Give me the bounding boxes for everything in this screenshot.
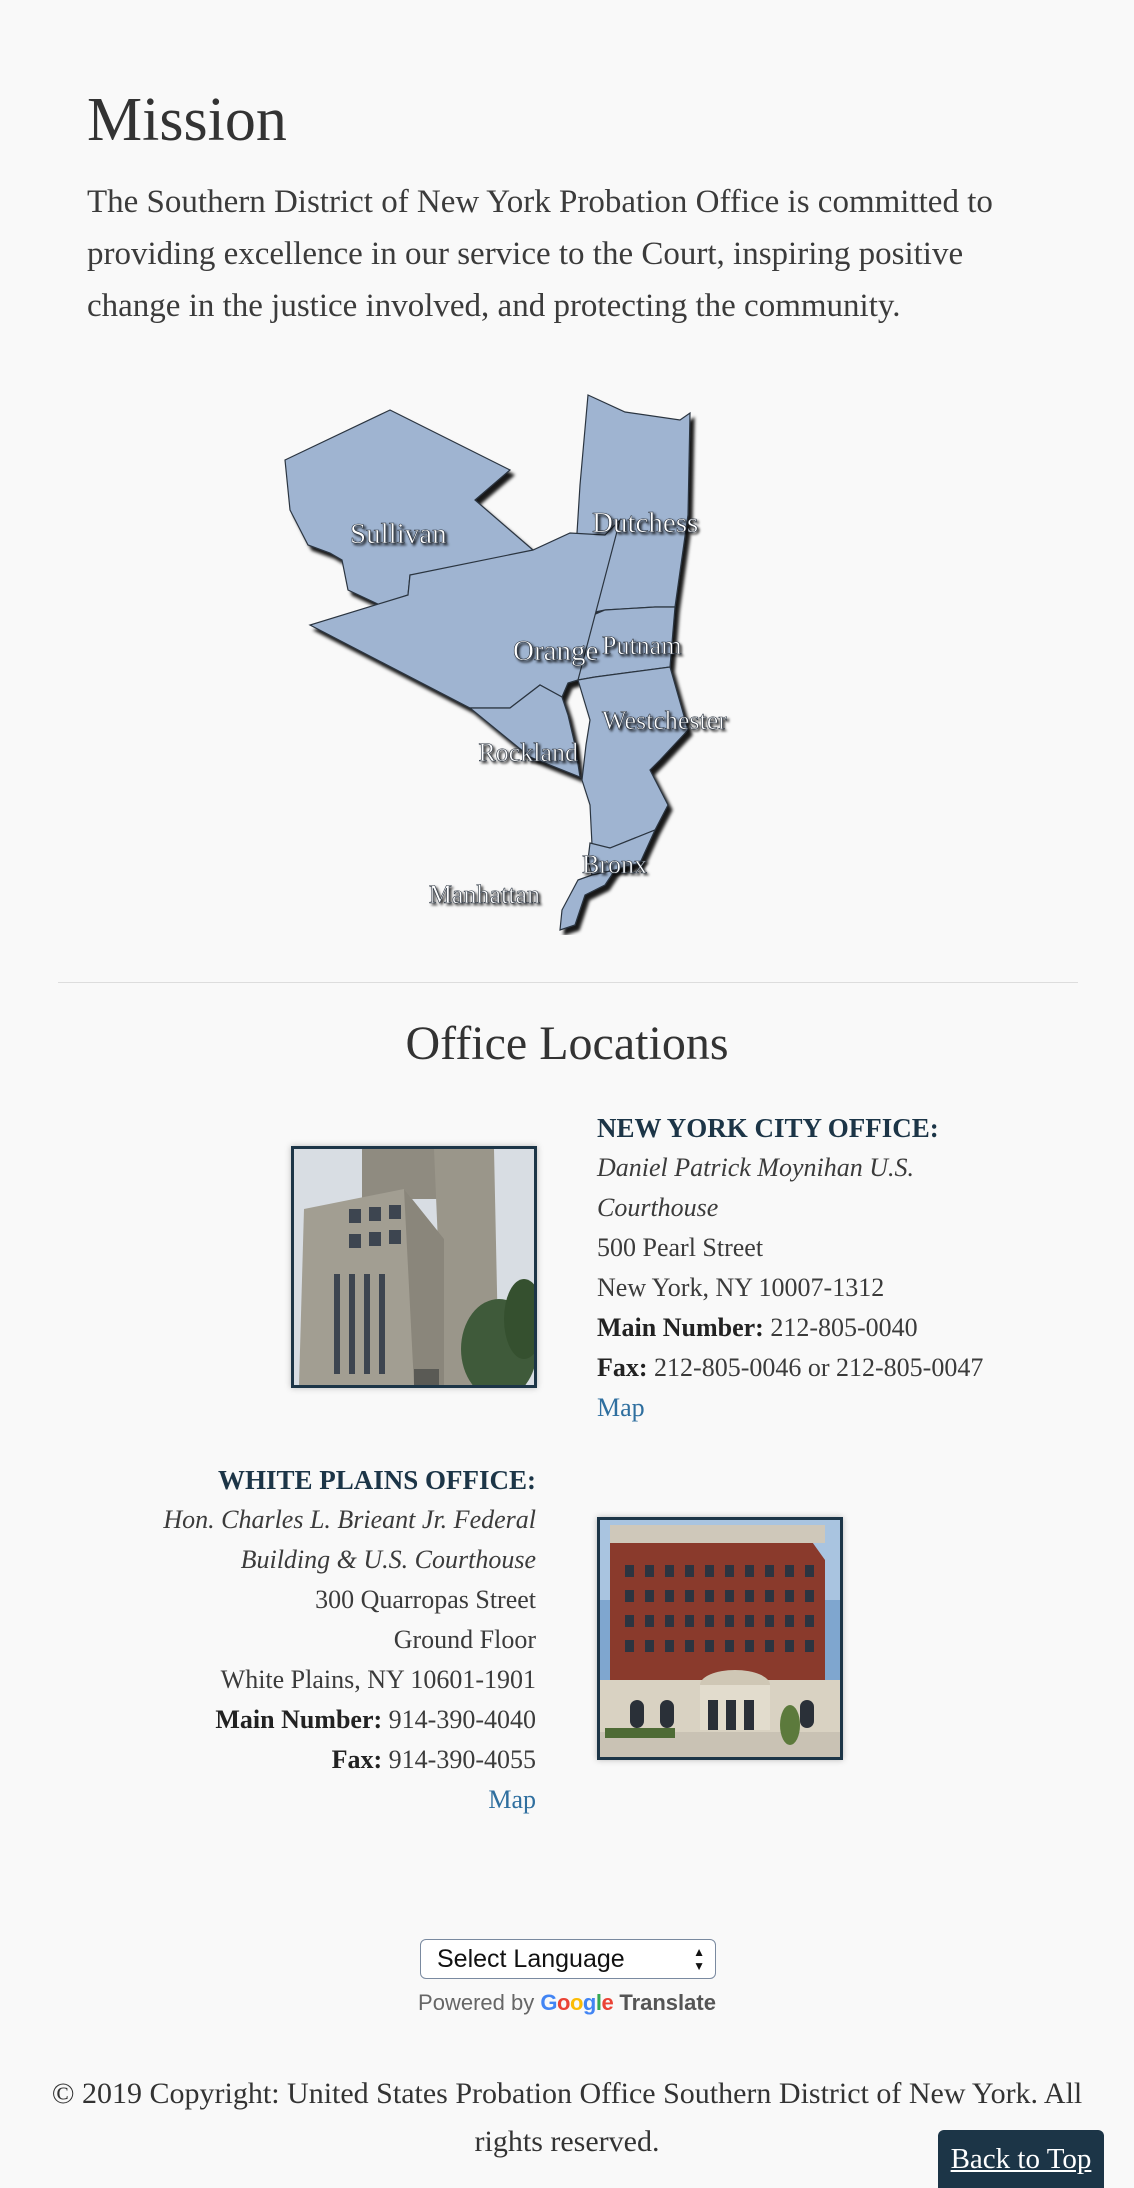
nyc-office-city: New York, NY 10007-1312 <box>597 1273 885 1302</box>
map-label-dutchess: Dutchess <box>592 507 698 539</box>
nyc-map-link[interactable]: Map <box>597 1393 645 1422</box>
wp-office-city: White Plains, NY 10601-1901 <box>220 1665 536 1694</box>
wp-fax: Fax: 914-390-4055 <box>120 1740 536 1780</box>
powered-by-label: Powered by <box>418 1990 535 2015</box>
mission-title: Mission <box>87 86 287 154</box>
county-westchester <box>577 666 689 849</box>
nyc-fax-label: Fax: <box>597 1353 648 1382</box>
nyc-office-street: 500 Pearl Street <box>597 1233 764 1262</box>
nyc-office-building: Daniel Patrick Moynihan U.S. Courthouse <box>597 1153 914 1222</box>
wp-office-floor: Ground Floor <box>393 1625 536 1654</box>
nyc-fax-value: 212-805-0046 or 212-805-0047 <box>654 1353 984 1382</box>
nyc-courthouse-photo <box>291 1146 537 1388</box>
wp-map-link[interactable]: Map <box>488 1785 536 1814</box>
nyc-main-number: Main Number: 212-805-0040 <box>597 1308 1017 1348</box>
translate-label: Translate <box>619 1990 716 2015</box>
wp-fax-value: 914-390-4055 <box>388 1745 536 1774</box>
map-label-westchester: Westchester <box>602 706 727 735</box>
office-locations-title: Office Locations <box>405 1017 729 1070</box>
wp-main-number-value: 914-390-4040 <box>388 1705 536 1734</box>
wp-fax-label: Fax: <box>331 1745 383 1774</box>
map-label-orange: Orange <box>513 635 598 667</box>
nyc-main-number-label: Main Number: <box>597 1313 764 1342</box>
wp-main-number: Main Number: 914-390-4040 <box>120 1700 536 1740</box>
nyc-fax: Fax: 212-805-0046 or 212-805-0047 <box>597 1348 1017 1388</box>
map-label-rockland: Rockland <box>478 738 578 767</box>
nyc-main-number-value: 212-805-0040 <box>770 1313 918 1342</box>
section-divider <box>58 982 1078 983</box>
white-plains-courthouse-photo <box>597 1517 843 1760</box>
language-select-value: Select Language <box>437 1945 625 1973</box>
language-select[interactable]: Select Language ▲ ▼ <box>420 1939 716 1979</box>
wp-office-street: 300 Quarropas Street <box>315 1585 536 1614</box>
copyright-text: © 2019 Copyright: United States Probatio… <box>51 2077 1083 2158</box>
map-label-putnam: Putnam <box>602 631 681 660</box>
back-to-top-button[interactable]: Back to Top <box>938 2130 1104 2188</box>
wp-office-name: WHITE PLAINS OFFICE: <box>217 1465 536 1495</box>
district-map: Sullivan Dutchess Orange Putnam Westches… <box>270 385 860 935</box>
mission-statement: The Southern District of New York Probat… <box>87 184 993 324</box>
select-arrows-icon: ▲ ▼ <box>693 1945 705 1973</box>
nyc-office-name: NEW YORK CITY OFFICE: <box>597 1113 939 1143</box>
google-logo: Google <box>540 1990 614 2015</box>
county-manhattan <box>559 869 617 931</box>
map-label-bronx: Bronx <box>582 850 647 879</box>
map-label-sullivan: Sullivan <box>350 518 447 550</box>
nyc-office-info: NEW YORK CITY OFFICE: Daniel Patrick Moy… <box>597 1108 1017 1428</box>
map-label-manhattan: Manhattan <box>429 880 540 909</box>
wp-main-number-label: Main Number: <box>215 1705 383 1734</box>
wp-office-building: Hon. Charles L. Brieant Jr. Federal Buil… <box>163 1505 536 1574</box>
powered-by-google-translate: Powered by Google Translate <box>0 1990 1134 2016</box>
white-plains-office-info: WHITE PLAINS OFFICE: Hon. Charles L. Bri… <box>120 1460 536 1820</box>
